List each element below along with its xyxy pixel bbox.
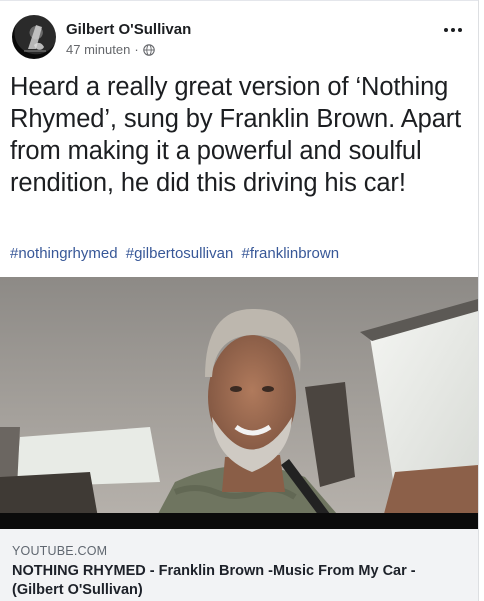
author-name[interactable]: Gilbert O'Sullivan [66, 21, 191, 38]
hashtag-link[interactable]: #nothingrhymed [10, 245, 118, 262]
avatar[interactable] [12, 15, 56, 59]
link-title[interactable]: NOTHING RHYMED - Franklin Brown -Music F… [12, 562, 464, 600]
facebook-post: Gilbert O'Sullivan 47 minuten · Heard a … [0, 0, 479, 601]
video-frame-image [0, 277, 478, 529]
hashtag-link[interactable]: #gilbertosullivan [126, 245, 234, 262]
link-domain: YOUTUBE.COM [12, 544, 108, 558]
link-preview[interactable]: YOUTUBE.COM NOTHING RHYMED - Franklin Br… [0, 529, 478, 601]
hashtag-list: #nothingrhymed #gilbertosullivan #frankl… [10, 245, 472, 262]
post-header: Gilbert O'Sullivan 47 minuten · [12, 15, 472, 65]
divider [0, 0, 478, 1]
meta-separator: · [134, 42, 139, 57]
post-text: Heard a really great version of ‘Nothing… [10, 73, 462, 197]
more-horizontal-icon[interactable] [444, 25, 464, 35]
video-thumbnail[interactable] [0, 277, 478, 529]
timestamp[interactable]: 47 minuten [66, 42, 130, 57]
globe-icon[interactable] [142, 43, 155, 56]
post-meta: 47 minuten · [66, 42, 155, 57]
hashtag-link[interactable]: #franklinbrown [242, 245, 340, 262]
